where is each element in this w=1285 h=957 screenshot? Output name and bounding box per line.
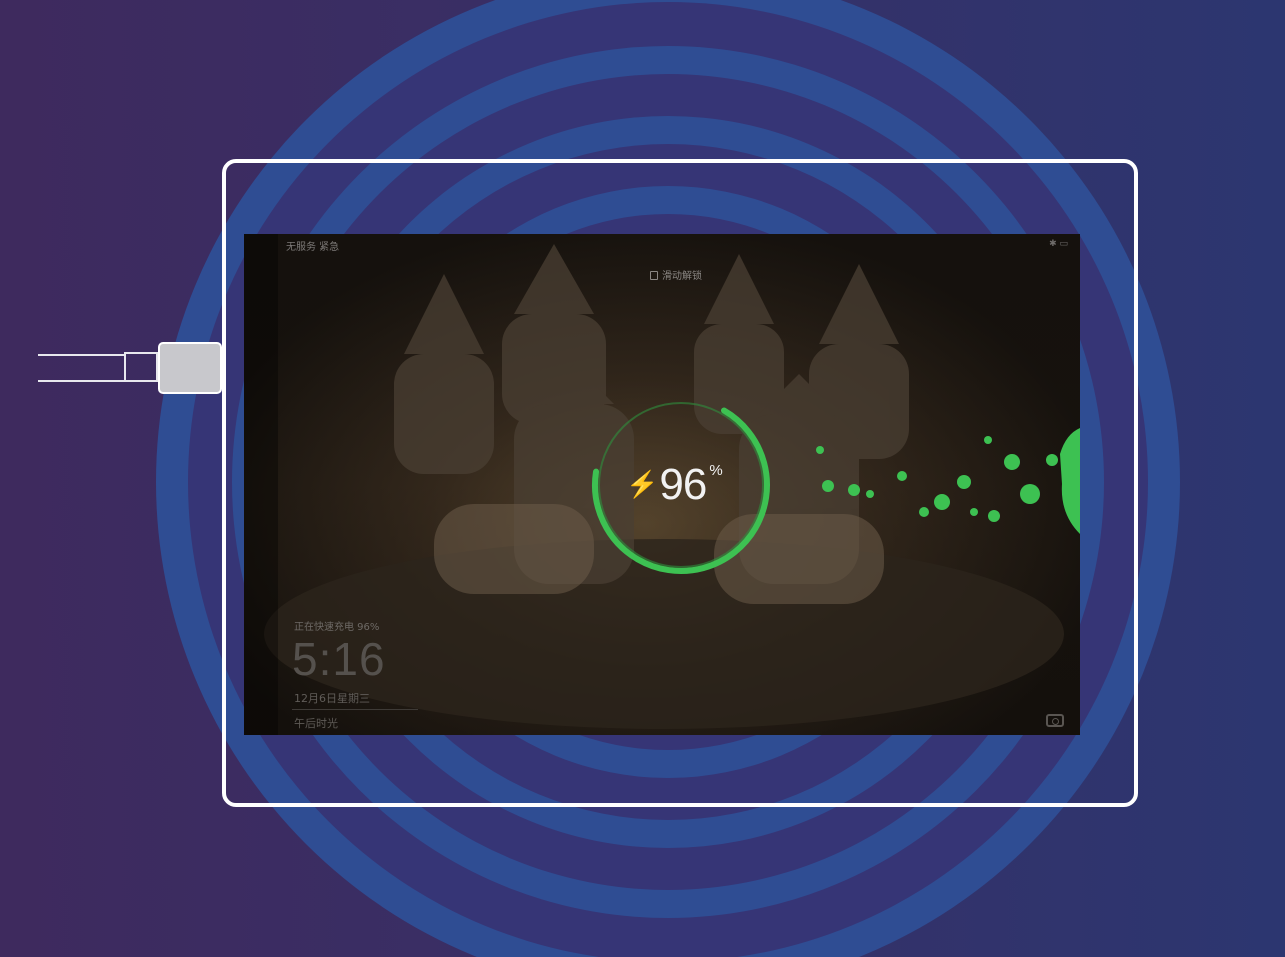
unlock-hint-label: 滑动解锁: [662, 271, 702, 282]
camera-icon[interactable]: [1046, 714, 1064, 727]
plug-icon: [158, 342, 222, 394]
carrier-status: 无服务 紧急: [286, 242, 340, 253]
status-icons: ✱ ▭: [1049, 239, 1068, 249]
lightning-bolt-icon: ⚡: [626, 469, 659, 499]
cable-neck: [124, 352, 158, 382]
battery-percent-number: 96: [659, 460, 707, 509]
charging-status-text: 正在快速充电 96%: [294, 622, 380, 633]
cable-icon: [38, 354, 126, 356]
cable-line-lower: [38, 380, 126, 382]
lockscreen-date: 12月6日星期三: [294, 692, 370, 705]
screen-edge-shadow: [244, 234, 278, 735]
lockscreen-clock: 5:16: [292, 633, 386, 685]
swipe-unlock-hint[interactable]: 滑动解锁: [650, 267, 702, 282]
tablet-lock-screen[interactable]: 无服务 紧急 ✱ ▭ 滑动解锁 ⚡96% 正在快速充电 96% 5:16 12月…: [244, 234, 1080, 735]
battery-percentage: ⚡96%: [626, 460, 723, 510]
divider: [292, 709, 418, 710]
charging-particles: [816, 428, 1080, 534]
battery-percent-unit: %: [709, 462, 723, 479]
lock-icon: [650, 271, 658, 280]
lockscreen-greeting: 午后时光: [294, 717, 338, 730]
wireless-charging-illustration: 无服务 紧急 ✱ ▭ 滑动解锁 ⚡96% 正在快速充电 96% 5:16 12月…: [0, 0, 1285, 957]
